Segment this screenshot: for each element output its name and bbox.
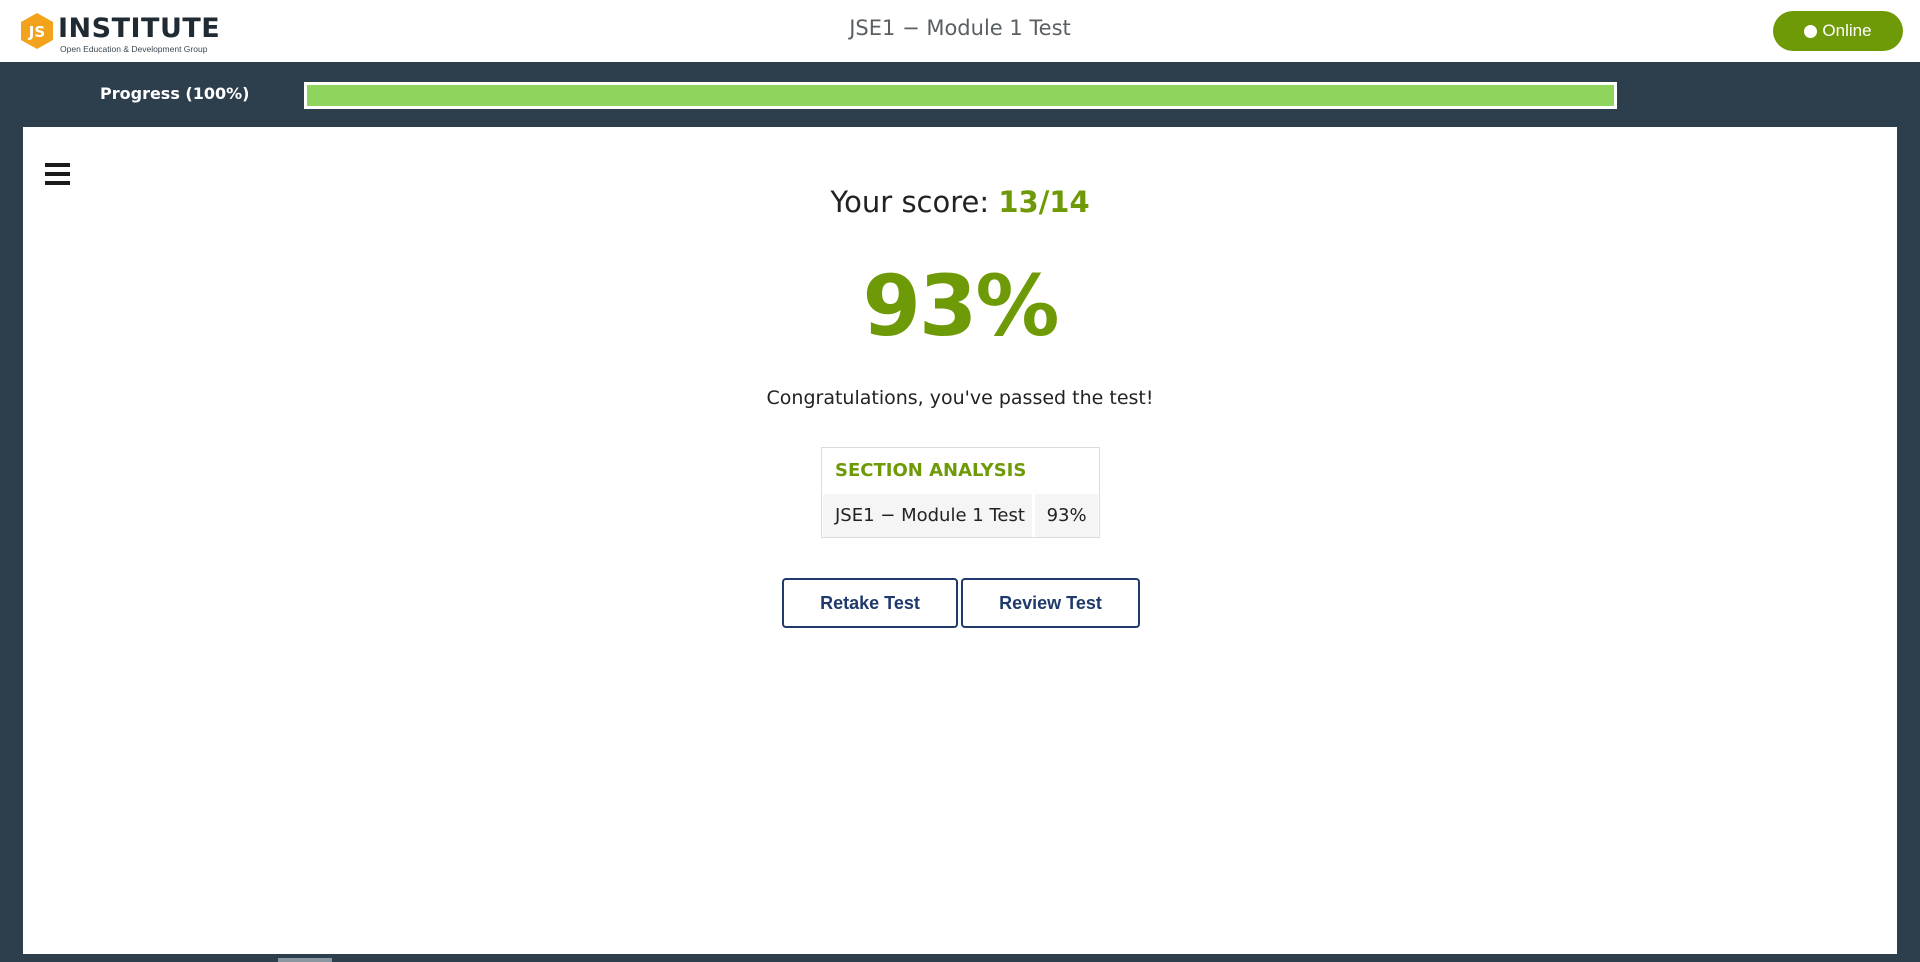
section-percent: 93% <box>1035 494 1098 537</box>
top-bar: JS INSTITUTE Open Education & Developmen… <box>0 0 1920 62</box>
section-analysis-row: JSE1 − Module 1 Test 93% <box>823 494 1098 537</box>
score-percent: 93% <box>862 257 1059 355</box>
online-status-label: Online <box>1822 21 1872 40</box>
progress-bar <box>304 82 1617 109</box>
status-dot-icon <box>1804 24 1818 38</box>
review-test-button[interactable]: Review Test <box>961 578 1140 628</box>
logo-tagline: Open Education & Development Group <box>60 44 208 54</box>
section-analysis-table: SECTION ANALYSIS JSE1 − Module 1 Test 93… <box>821 447 1100 538</box>
progress-bar-fill <box>307 85 1614 106</box>
results-panel: Your score: 13/14 93% Congratulations, y… <box>23 127 1897 954</box>
score-prefix: Your score: <box>830 185 999 219</box>
score-line: Your score: 13/14 <box>23 185 1897 219</box>
section-analysis-heading: SECTION ANALYSIS <box>835 460 1027 481</box>
score-value: 13/14 <box>998 185 1090 219</box>
hamburger-menu-icon[interactable] <box>45 163 70 185</box>
retake-test-button[interactable]: Retake Test <box>782 578 958 628</box>
result-message: Congratulations, you've passed the test! <box>766 387 1154 409</box>
bottom-scroll-indicator <box>278 958 332 962</box>
online-status-button[interactable]: Online <box>1773 11 1903 51</box>
progress-label: Progress (100%) <box>100 84 250 103</box>
page-title: JSE1 − Module 1 Test <box>849 16 1071 40</box>
section-name: JSE1 − Module 1 Test <box>823 494 1033 537</box>
